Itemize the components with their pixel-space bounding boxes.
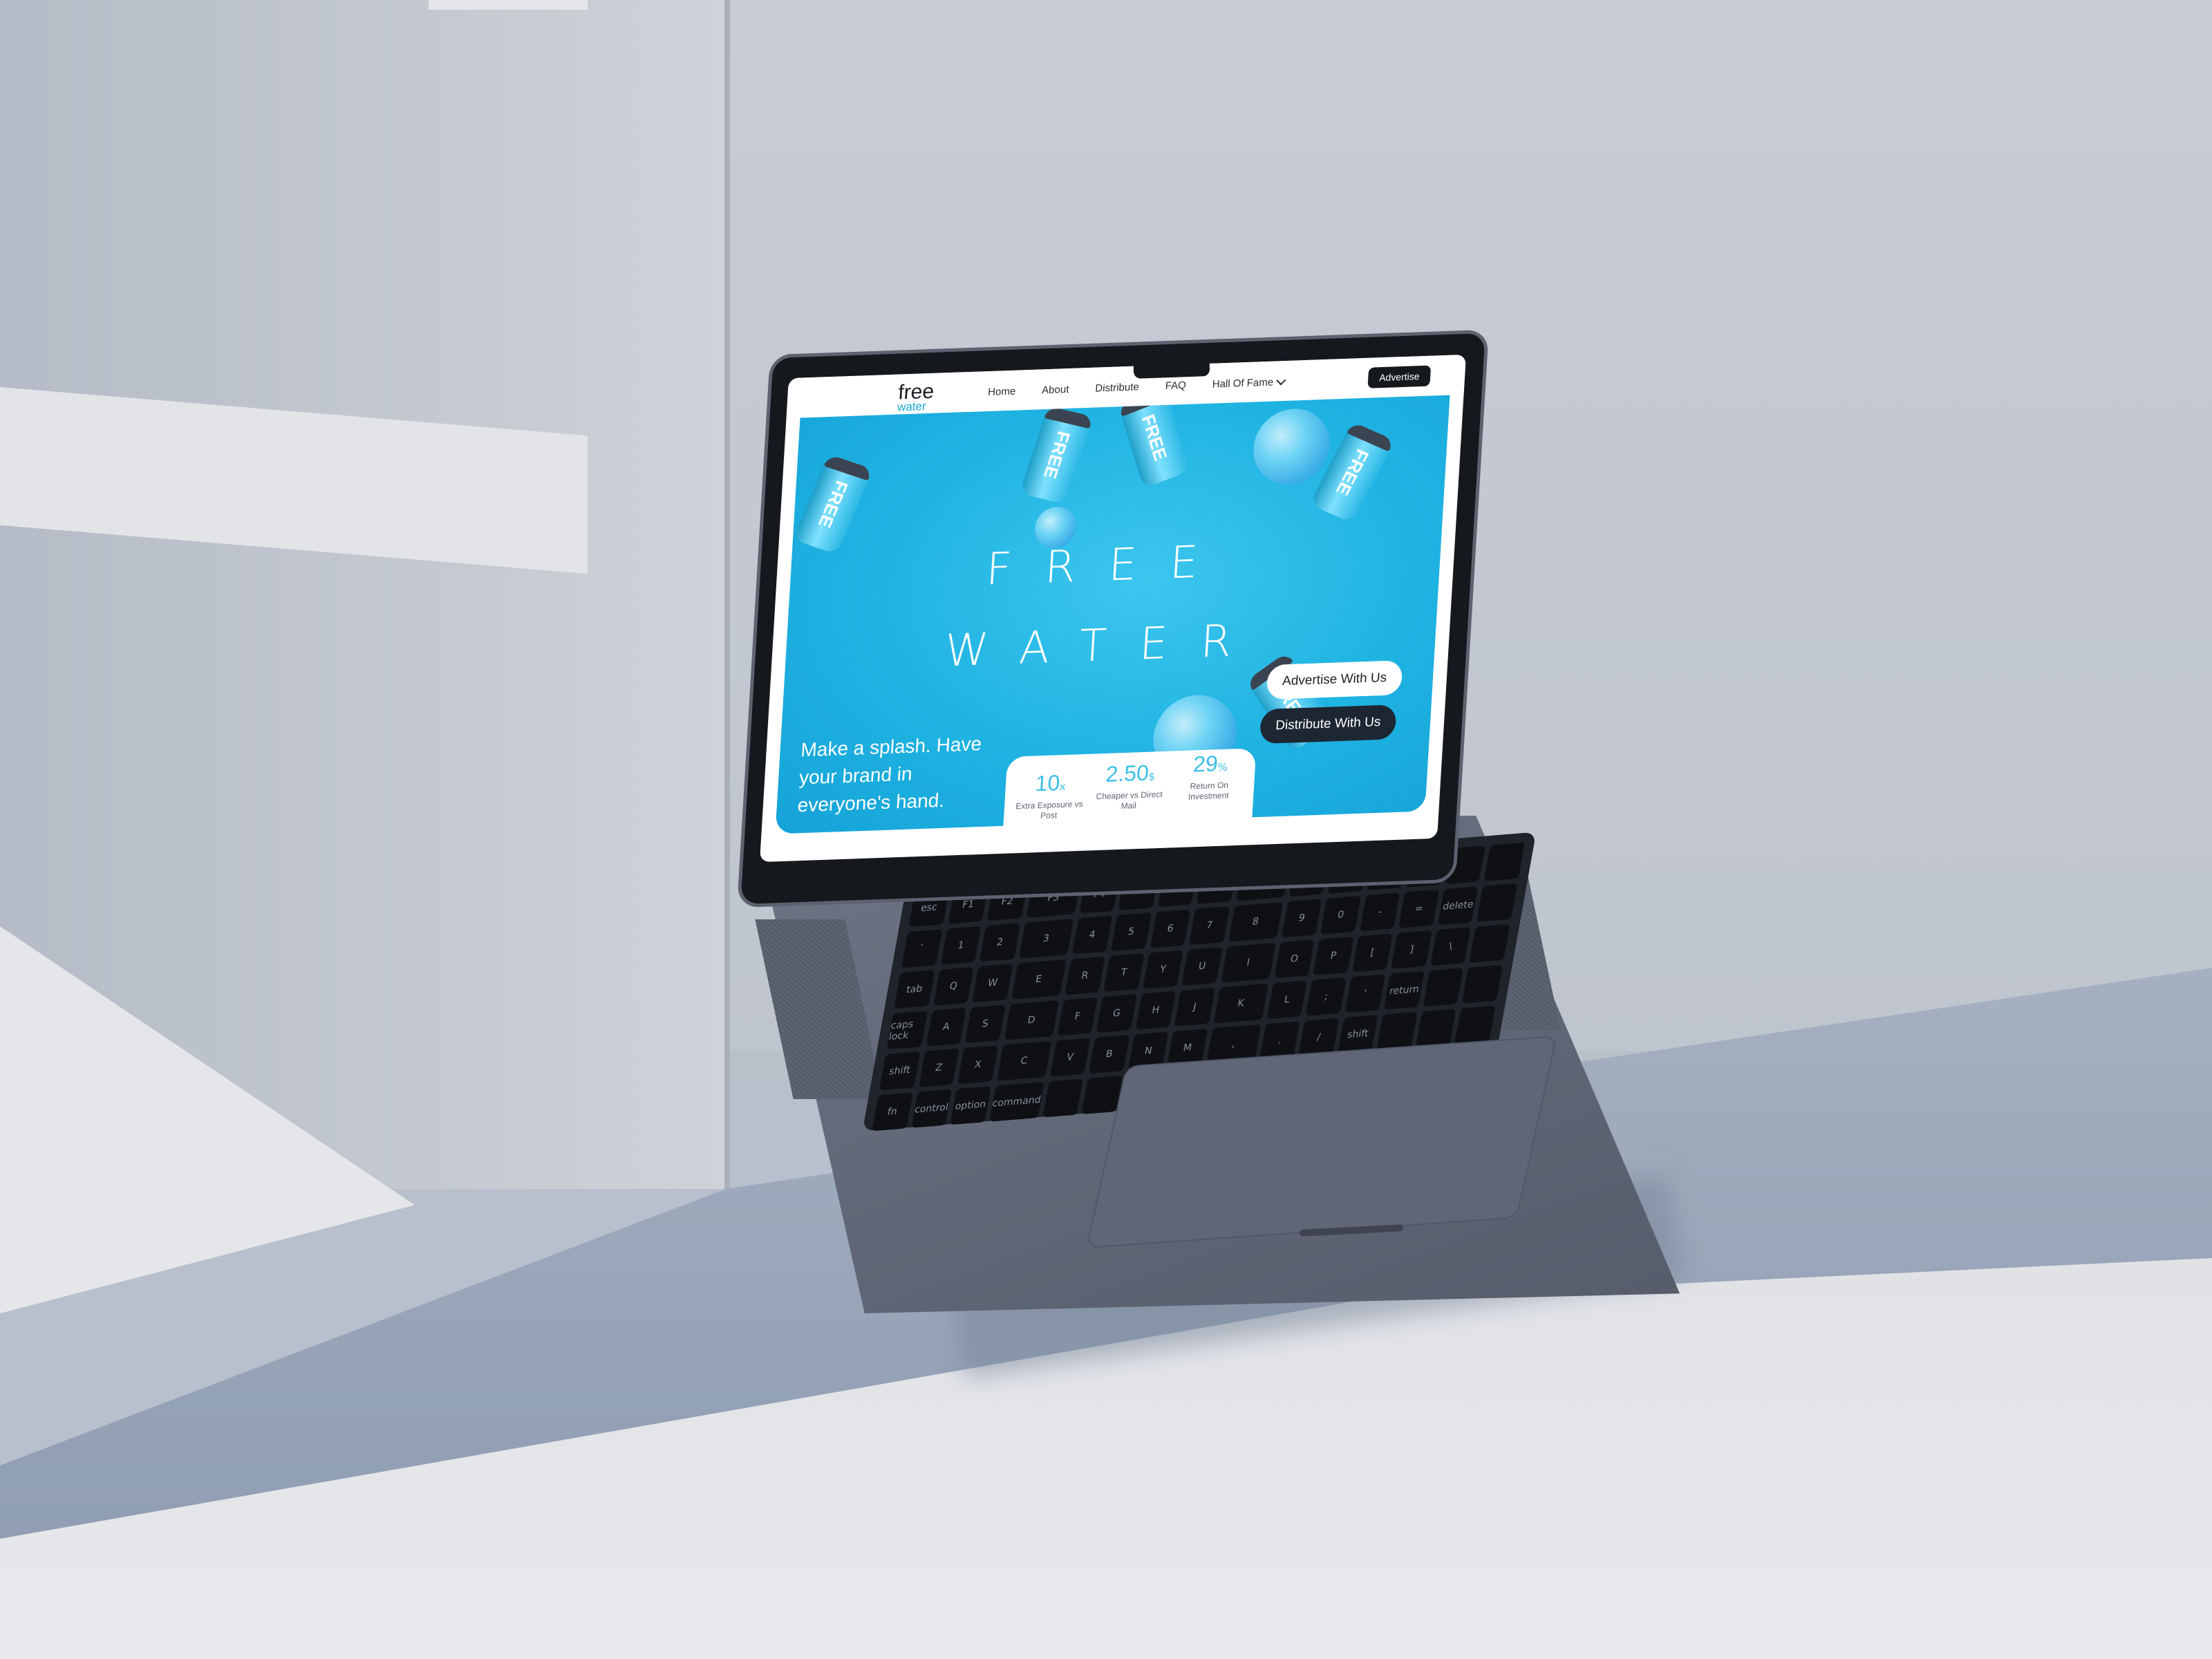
nav-about[interactable]: About: [1042, 384, 1069, 396]
keyboard-key[interactable]: Q: [932, 966, 974, 1006]
camera-notch: [1133, 362, 1210, 379]
stat-label: Cheaper vs Direct Mail: [1096, 789, 1163, 811]
stat-label: Return On Investment: [1188, 780, 1230, 802]
keyboard-key[interactable]: T: [1103, 953, 1145, 993]
keyboard-key[interactable]: 6: [1150, 909, 1191, 948]
keyboard-key[interactable]: 4: [1071, 915, 1113, 955]
keyboard-key[interactable]: `: [901, 929, 942, 968]
keyboard-key[interactable]: =: [1398, 889, 1440, 928]
keyboard-key[interactable]: ': [1344, 974, 1386, 1013]
stat-unit: x: [1059, 780, 1067, 794]
keyboard-key[interactable]: [1042, 1078, 1083, 1118]
keyboard-key[interactable]: F: [1057, 997, 1098, 1036]
keyboard-key[interactable]: O: [1273, 939, 1315, 979]
keyboard-key[interactable]: K: [1213, 983, 1268, 1024]
keyboard-key[interactable]: control: [910, 1089, 952, 1128]
keyboard-key[interactable]: command: [989, 1082, 1044, 1122]
keyboard-key[interactable]: Z: [918, 1048, 959, 1087]
keyboard-key[interactable]: [: [1352, 933, 1393, 973]
keyboard-key[interactable]: shift: [1337, 1015, 1378, 1054]
keyboard-key[interactable]: option: [950, 1086, 991, 1125]
keyboard-key[interactable]: R: [1064, 956, 1105, 995]
keyboard-key[interactable]: [1454, 1005, 1496, 1044]
keyboard-key[interactable]: U: [1181, 947, 1223, 986]
keyboard-key[interactable]: [1477, 883, 1518, 922]
stats-panel: 10x Extra Exposure vs Post 2.50$ Cheaper…: [1002, 748, 1257, 840]
keyboard-key[interactable]: delete: [1437, 886, 1479, 926]
stat-label: Extra Exposure vs Post: [1015, 798, 1084, 821]
keyboard-key[interactable]: [1415, 1009, 1456, 1048]
distribute-with-us-button[interactable]: Distribute With Us: [1259, 704, 1397, 744]
keyboard-key[interactable]: [1469, 924, 1510, 963]
keyboard-key[interactable]: S: [964, 1004, 1006, 1044]
advertise-with-us-button[interactable]: Advertise With Us: [1266, 660, 1403, 700]
keyboard-key[interactable]: 1: [940, 926, 982, 965]
nav-hall-of-fame[interactable]: Hall Of Fame: [1212, 375, 1286, 391]
hero-title: FREE WATER: [942, 520, 1270, 691]
keyboard-key[interactable]: fn: [872, 1092, 913, 1132]
keyboard-key[interactable]: P: [1313, 936, 1354, 975]
stat-unit: %: [1217, 760, 1228, 774]
nav-distribute[interactable]: Distribute: [1095, 381, 1139, 394]
keyboard-key[interactable]: [1376, 1011, 1418, 1051]
keyboard-key[interactable]: W: [972, 964, 1013, 1003]
hero-tagline: Make a splash. Have your brand in everyo…: [796, 733, 983, 816]
trackpad[interactable]: [1085, 1035, 1558, 1248]
keyboard-key[interactable]: \: [1430, 927, 1472, 966]
stat-cheaper: 2.50$ Cheaper vs Direct Mail: [1090, 760, 1169, 813]
light-patch: [429, 0, 588, 10]
keyboard-key[interactable]: [1423, 968, 1464, 1007]
pillar-edge: [724, 0, 730, 1189]
keyboard-key[interactable]: 7: [1189, 906, 1230, 945]
hero-title-line-1: FREE: [984, 536, 1233, 596]
nav-home[interactable]: Home: [988, 386, 1016, 398]
laptop-screen: FREE FREE FREE FREE FREE free water Home…: [760, 354, 1466, 863]
stat-exposure: 10x Extra Exposure vs Post: [1011, 769, 1089, 823]
keyboard-key[interactable]: E: [1011, 959, 1067, 1000]
keyboard-key[interactable]: ;: [1305, 977, 1347, 1016]
stat-value: 29: [1192, 751, 1219, 777]
photo-scene: escF1F2F3F4F5F6F7F8F9F10F11F12`123456789…: [0, 0, 2212, 1659]
stat-roi: 29% Return On Investment: [1170, 750, 1249, 803]
main-nav: Home About Distribute FAQ Hall Of Fame: [988, 375, 1286, 398]
keyboard-key[interactable]: shift: [879, 1051, 920, 1091]
stat-value: 2.50: [1105, 760, 1150, 787]
nav-faq[interactable]: FAQ: [1165, 379, 1186, 392]
stat-unit: $: [1148, 770, 1156, 783]
keyboard-key[interactable]: G: [1096, 994, 1137, 1033]
keyboard-key[interactable]: tab: [894, 970, 935, 1009]
keyboard-key[interactable]: 3: [1018, 919, 1074, 959]
chevron-down-icon: [1276, 375, 1286, 385]
keyboard-key[interactable]: Y: [1142, 950, 1183, 989]
keyboard-key[interactable]: return: [1383, 971, 1425, 1010]
keyboard-key[interactable]: caps lock: [886, 1011, 928, 1050]
keyboard-key[interactable]: ]: [1391, 930, 1432, 969]
keyboard-key[interactable]: V: [1049, 1038, 1091, 1077]
keyboard-key[interactable]: H: [1135, 991, 1177, 1030]
keyboard-key[interactable]: J: [1174, 988, 1215, 1027]
keyboard-key[interactable]: I: [1221, 942, 1276, 983]
keyboard-key[interactable]: L: [1266, 980, 1308, 1020]
keyboard-key[interactable]: A: [926, 1007, 967, 1047]
keyboard-key[interactable]: [1483, 842, 1525, 881]
keyboard-key[interactable]: D: [1004, 1000, 1059, 1040]
keyboard-key[interactable]: X: [957, 1045, 999, 1085]
keyboard-key[interactable]: C: [996, 1041, 1051, 1081]
keyboard-key[interactable]: 8: [1228, 901, 1283, 942]
keyboard-key[interactable]: 2: [980, 923, 1020, 962]
keyboard-key[interactable]: [1462, 964, 1503, 1004]
advertise-nav-button[interactable]: Advertise: [1367, 365, 1432, 388]
keyboard-key[interactable]: 5: [1111, 912, 1152, 952]
keyboard-key[interactable]: 0: [1320, 895, 1362, 935]
hero-title-line-2: WATER: [943, 615, 1266, 677]
keyboard-key[interactable]: 9: [1281, 899, 1322, 938]
keyboard-key[interactable]: B: [1089, 1035, 1130, 1074]
brand-logo[interactable]: free water: [897, 380, 935, 414]
stat-value: 10: [1034, 770, 1061, 796]
keyboard-key[interactable]: -: [1359, 892, 1400, 932]
nav-hall-of-fame-label: Hall Of Fame: [1212, 376, 1274, 391]
